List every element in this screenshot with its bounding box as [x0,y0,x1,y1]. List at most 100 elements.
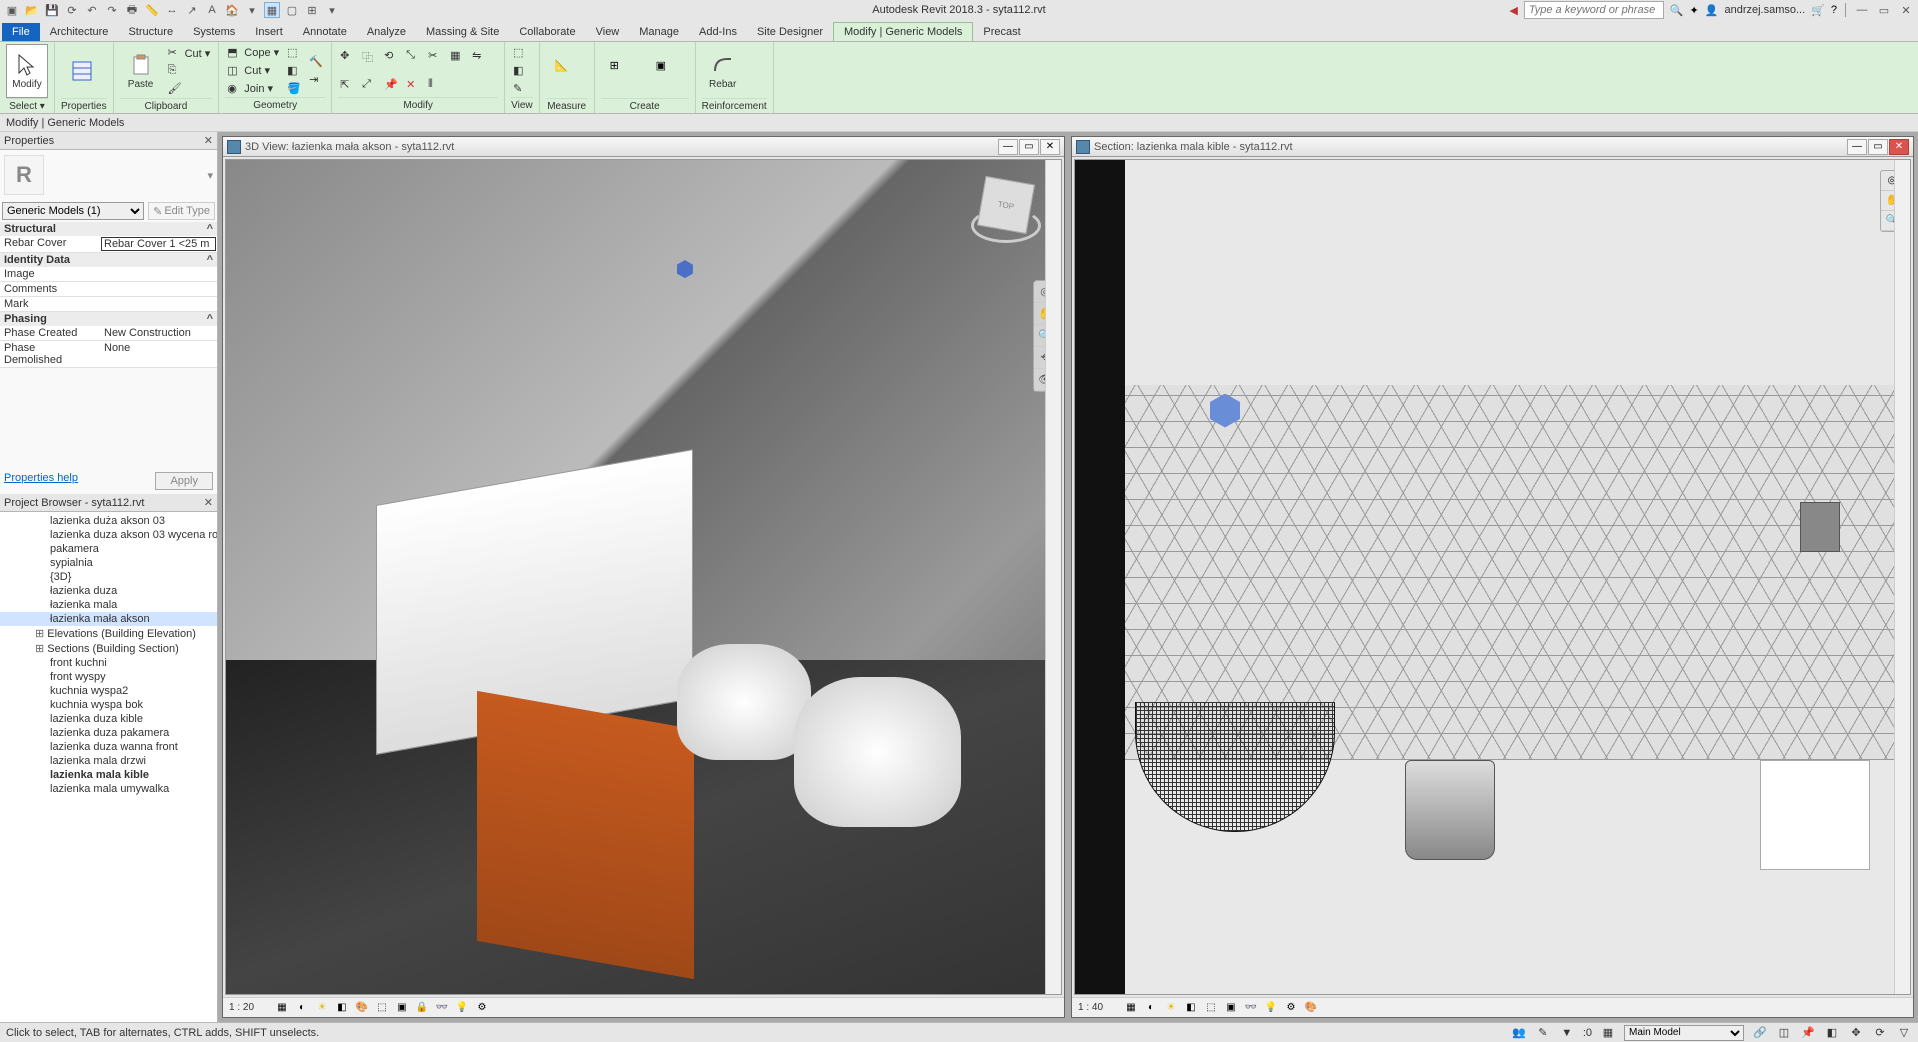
visual-style-icon[interactable]: ◐ [295,1001,309,1015]
offset-button[interactable]: ⇱ [338,77,356,93]
match-button[interactable]: 🖌 [166,81,213,97]
prop-rebar-cover-val[interactable]: Rebar Cover 1 <25 m [101,237,216,251]
select-face-icon[interactable]: ◧ [1824,1025,1840,1041]
measure-button[interactable]: 📐 [546,44,588,98]
trim-button[interactable]: ⤡ [404,48,422,64]
view-maximize-button[interactable]: ▭ [1868,139,1888,155]
paste-button[interactable]: Paste [120,44,162,98]
tree-group-elevations[interactable]: Elevations (Building Elevation) [0,626,217,641]
crop-region-icon[interactable]: ▣ [395,1001,409,1015]
tree-item[interactable]: lazienka duza akson 03 wycena robc [0,528,217,542]
print-icon[interactable]: 🖶 [124,2,140,18]
visual-style-icon[interactable]: ◐ [1144,1001,1158,1015]
geom-tool-2[interactable]: ◧ [285,63,303,79]
view-3d-titlebar[interactable]: 3D View: łazienka mała akson - syta112.r… [223,137,1064,157]
tab-modify-generic[interactable]: Modify | Generic Models [833,22,973,41]
background-processes-icon[interactable]: ⟳ [1872,1025,1888,1041]
close-icon[interactable]: ✕ [204,134,213,147]
qat-dropdown-icon[interactable]: ▾ [324,2,340,18]
tab-systems[interactable]: Systems [183,23,245,41]
geom-tool-3[interactable]: 🪣 [285,81,303,97]
scale-button[interactable]: ⤢ [360,77,378,93]
viewcube-cube-icon[interactable]: TOP [977,176,1035,234]
drag-elements-icon[interactable]: ✥ [1848,1025,1864,1041]
close-icon[interactable]: ✕ [204,496,213,509]
filter-selection-icon[interactable]: ▽ [1896,1025,1912,1041]
analytical-icon[interactable]: ⚙ [475,1001,489,1015]
collapse-icon[interactable]: ^ [207,254,213,266]
modify-tool-button[interactable]: Modify [6,44,48,98]
select-links-icon[interactable]: 🔗 [1752,1025,1768,1041]
select-pinned-icon[interactable]: 📌 [1800,1025,1816,1041]
section-identity[interactable]: Identity Data^ [0,253,217,267]
scrollbar-vertical[interactable] [1045,160,1061,994]
analytical-icon[interactable]: ⚙ [1284,1001,1298,1015]
tree-item[interactable]: kuchnia wyspa2 [0,684,217,698]
view-tool-2[interactable]: ◧ [511,63,529,79]
selected-hexagon-icon[interactable] [677,260,693,278]
close-button[interactable]: ✕ [1898,2,1914,18]
tree-item[interactable]: lazienka duza kible [0,712,217,726]
tab-manage[interactable]: Manage [629,23,689,41]
tab-collaborate[interactable]: Collaborate [509,23,585,41]
selection-count-icon[interactable]: ▼ [1559,1025,1575,1041]
mirror-button[interactable]: ⇋ [470,48,488,64]
apply-button[interactable]: Apply [155,472,213,490]
tab-precast[interactable]: Precast [973,23,1030,41]
tree-item[interactable]: lazienka duza pakamera [0,726,217,740]
tab-annotate[interactable]: Annotate [293,23,357,41]
tree-item[interactable]: lazienka mala drzwi [0,754,217,768]
move-button[interactable]: ✥ [338,48,356,64]
canvas-section[interactable]: ◎ ✋ 🔍 [1074,159,1911,995]
restore-button[interactable]: ▭ [1876,2,1892,18]
tree-item[interactable]: front wyspy [0,670,217,684]
exchange-apps-icon[interactable]: 🛒 [1811,4,1825,17]
tree-item[interactable]: lazienka duza wanna front [0,740,217,754]
tab-analyze[interactable]: Analyze [357,23,416,41]
view-close-button[interactable]: ✕ [1889,139,1909,155]
tree-item[interactable]: lazienka mala umywalka [0,782,217,796]
view-minimize-button[interactable]: — [1847,139,1867,155]
detail-level-icon[interactable]: ▦ [1124,1001,1138,1015]
pin-button[interactable]: 📌 [382,77,400,93]
geom-tool-1[interactable]: ⬚ [285,45,303,61]
group-label-select[interactable]: Select ▾ [6,98,48,112]
properties-title-bar[interactable]: Properties ✕ [0,132,217,150]
tab-view[interactable]: View [586,23,630,41]
color-fill-icon[interactable]: 🎨 [1304,1001,1318,1015]
shadows-icon[interactable]: ◧ [335,1001,349,1015]
communication-icon[interactable]: ✦ [1690,4,1699,17]
temporary-hide-icon[interactable]: 👓 [435,1001,449,1015]
thin-lines-icon[interactable]: ▦ [264,2,280,18]
worksets-icon[interactable]: 👥 [1511,1025,1527,1041]
section-structural[interactable]: Structural^ [0,222,217,236]
collapse-icon[interactable]: ^ [207,313,213,325]
redo-icon[interactable]: ↷ [104,2,120,18]
select-underlay-icon[interactable]: ◫ [1776,1025,1792,1041]
view-close-button[interactable]: ✕ [1040,139,1060,155]
collapse-icon[interactable]: ^ [207,223,213,235]
type-selector[interactable]: Generic Models (1) [2,202,144,220]
view-tool-3[interactable]: ✎ [511,81,529,97]
view-minimize-button[interactable]: — [998,139,1018,155]
dimension-icon[interactable]: ↔ [164,2,180,18]
sun-path-icon[interactable]: ☀ [1164,1001,1178,1015]
prop-mark-val[interactable] [100,297,217,311]
view-tool-1[interactable]: ⬚ [511,45,529,61]
sun-path-icon[interactable]: ☀ [315,1001,329,1015]
edit-type-button[interactable]: ✎Edit Type [148,202,215,220]
reveal-hidden-icon[interactable]: 💡 [455,1001,469,1015]
properties-button[interactable] [61,44,103,98]
sync-icon[interactable]: ⟳ [64,2,80,18]
close-hidden-icon[interactable]: ▢ [284,2,300,18]
tree-item[interactable]: sypialnia [0,556,217,570]
align-tool-button[interactable]: ⫴ [426,77,444,93]
type-dropdown-arrow-icon[interactable]: ▾ [207,169,213,182]
delete-button[interactable]: ✕ [404,77,422,93]
switch-windows-icon[interactable]: ⊞ [304,2,320,18]
viewcube[interactable]: TOP [971,180,1041,250]
tree-item[interactable]: łazienka duza [0,584,217,598]
cut-button[interactable]: ✂Cut ▾ [166,45,213,61]
tree-item[interactable]: pakamera [0,542,217,556]
array-button[interactable]: ▦ [448,48,466,64]
